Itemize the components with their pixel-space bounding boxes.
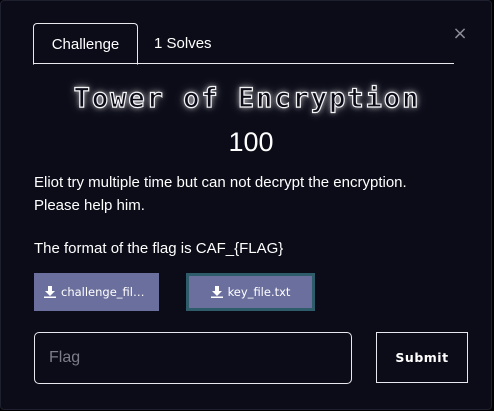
challenge-description: Eliot try multiple time but can not decr…: [34, 171, 474, 260]
description-line-2: Please help him.: [34, 197, 145, 214]
tab-challenge[interactable]: Challenge: [33, 23, 138, 65]
flag-format-text: The format of the flag is CAF_{FLAG}: [34, 240, 284, 257]
description-line-1: Eliot try multiple time but can not decr…: [34, 174, 407, 191]
file-label-key: key_file.txt: [227, 285, 291, 299]
download-key-file-button[interactable]: key_file.txt: [186, 273, 315, 311]
challenge-title: Tower of Encryption: [73, 82, 421, 114]
download-challenge-file-button[interactable]: challenge_file.txt: [34, 273, 159, 311]
file-label-challenge: challenge_file.txt: [61, 285, 149, 299]
tab-solves[interactable]: 1 Solves: [154, 23, 244, 64]
challenge-modal: × Challenge 1 Solves Tower of Encryption…: [0, 0, 492, 410]
submit-button[interactable]: Submit: [376, 332, 468, 383]
download-icon: [210, 286, 223, 298]
download-icon: [44, 286, 56, 298]
challenge-points: 100: [228, 127, 274, 157]
challenge-tabs: Challenge 1 Solves: [33, 23, 454, 65]
flag-input[interactable]: [34, 332, 352, 384]
